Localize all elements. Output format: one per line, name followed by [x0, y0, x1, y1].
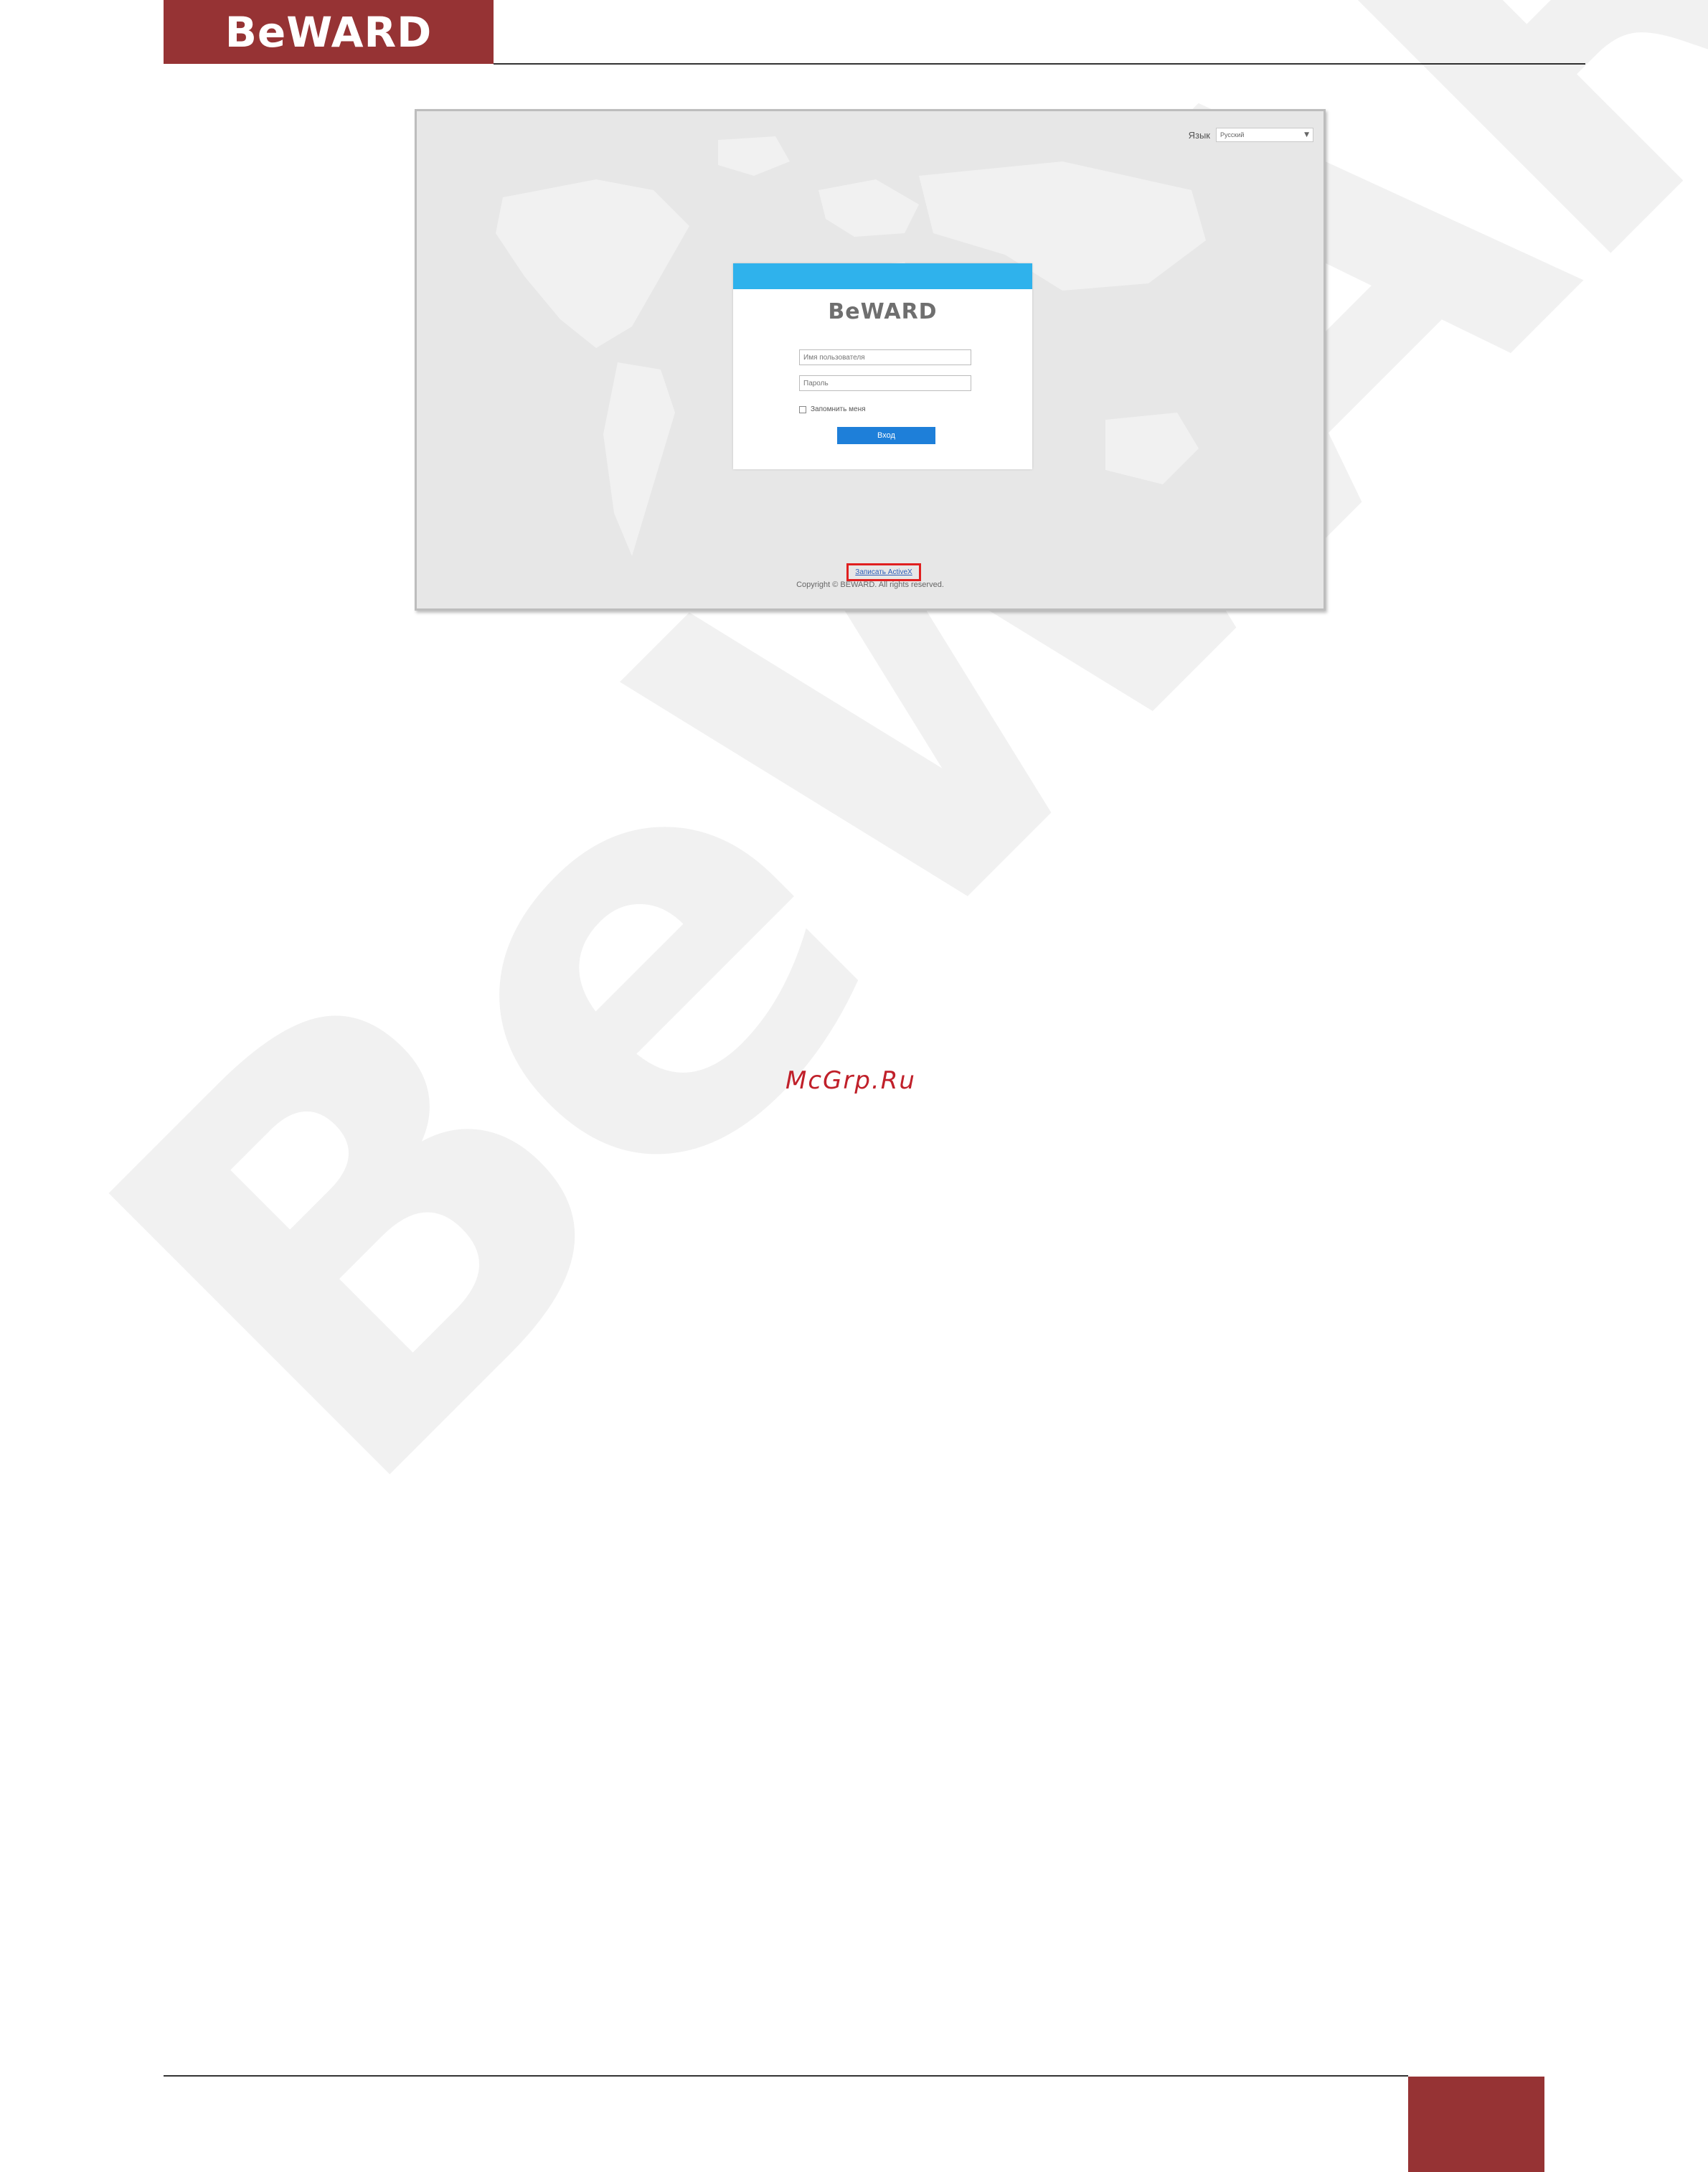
- remember-me-label: Запомнить меня: [811, 405, 866, 413]
- copyright-text: Copyright © BEWARD. All rights reserved.: [796, 580, 944, 589]
- language-selected-value: Русский: [1220, 131, 1245, 138]
- login-card: BeWARD Запомнить меня Вход: [733, 263, 1032, 469]
- login-button[interactable]: Вход: [837, 427, 935, 444]
- chevron-down-icon: ▼: [1304, 131, 1309, 138]
- language-label: Язык: [1188, 129, 1210, 141]
- language-selector-row: Язык Русский ▼: [1189, 128, 1313, 142]
- language-select[interactable]: Русский ▼: [1216, 128, 1313, 142]
- beward-header-logo: BeWARD: [164, 0, 494, 64]
- username-field[interactable]: [799, 349, 971, 365]
- remember-me-row[interactable]: Запомнить меня: [799, 405, 866, 413]
- login-card-header-bar: [733, 263, 1032, 289]
- beward-card-logo: BeWARD: [828, 299, 938, 324]
- login-page-screenshot: Язык Русский ▼ BeWARD Запомнить меня Вхо…: [415, 109, 1326, 611]
- password-field[interactable]: [799, 375, 971, 391]
- remember-me-checkbox[interactable]: [799, 405, 806, 413]
- page-number-tab: [1408, 2077, 1544, 2172]
- highlight-box: [846, 563, 921, 581]
- footer-divider: [164, 2075, 1408, 2077]
- site-watermark-text: McGrp.Ru: [785, 1066, 916, 1095]
- header-divider: [494, 63, 1585, 65]
